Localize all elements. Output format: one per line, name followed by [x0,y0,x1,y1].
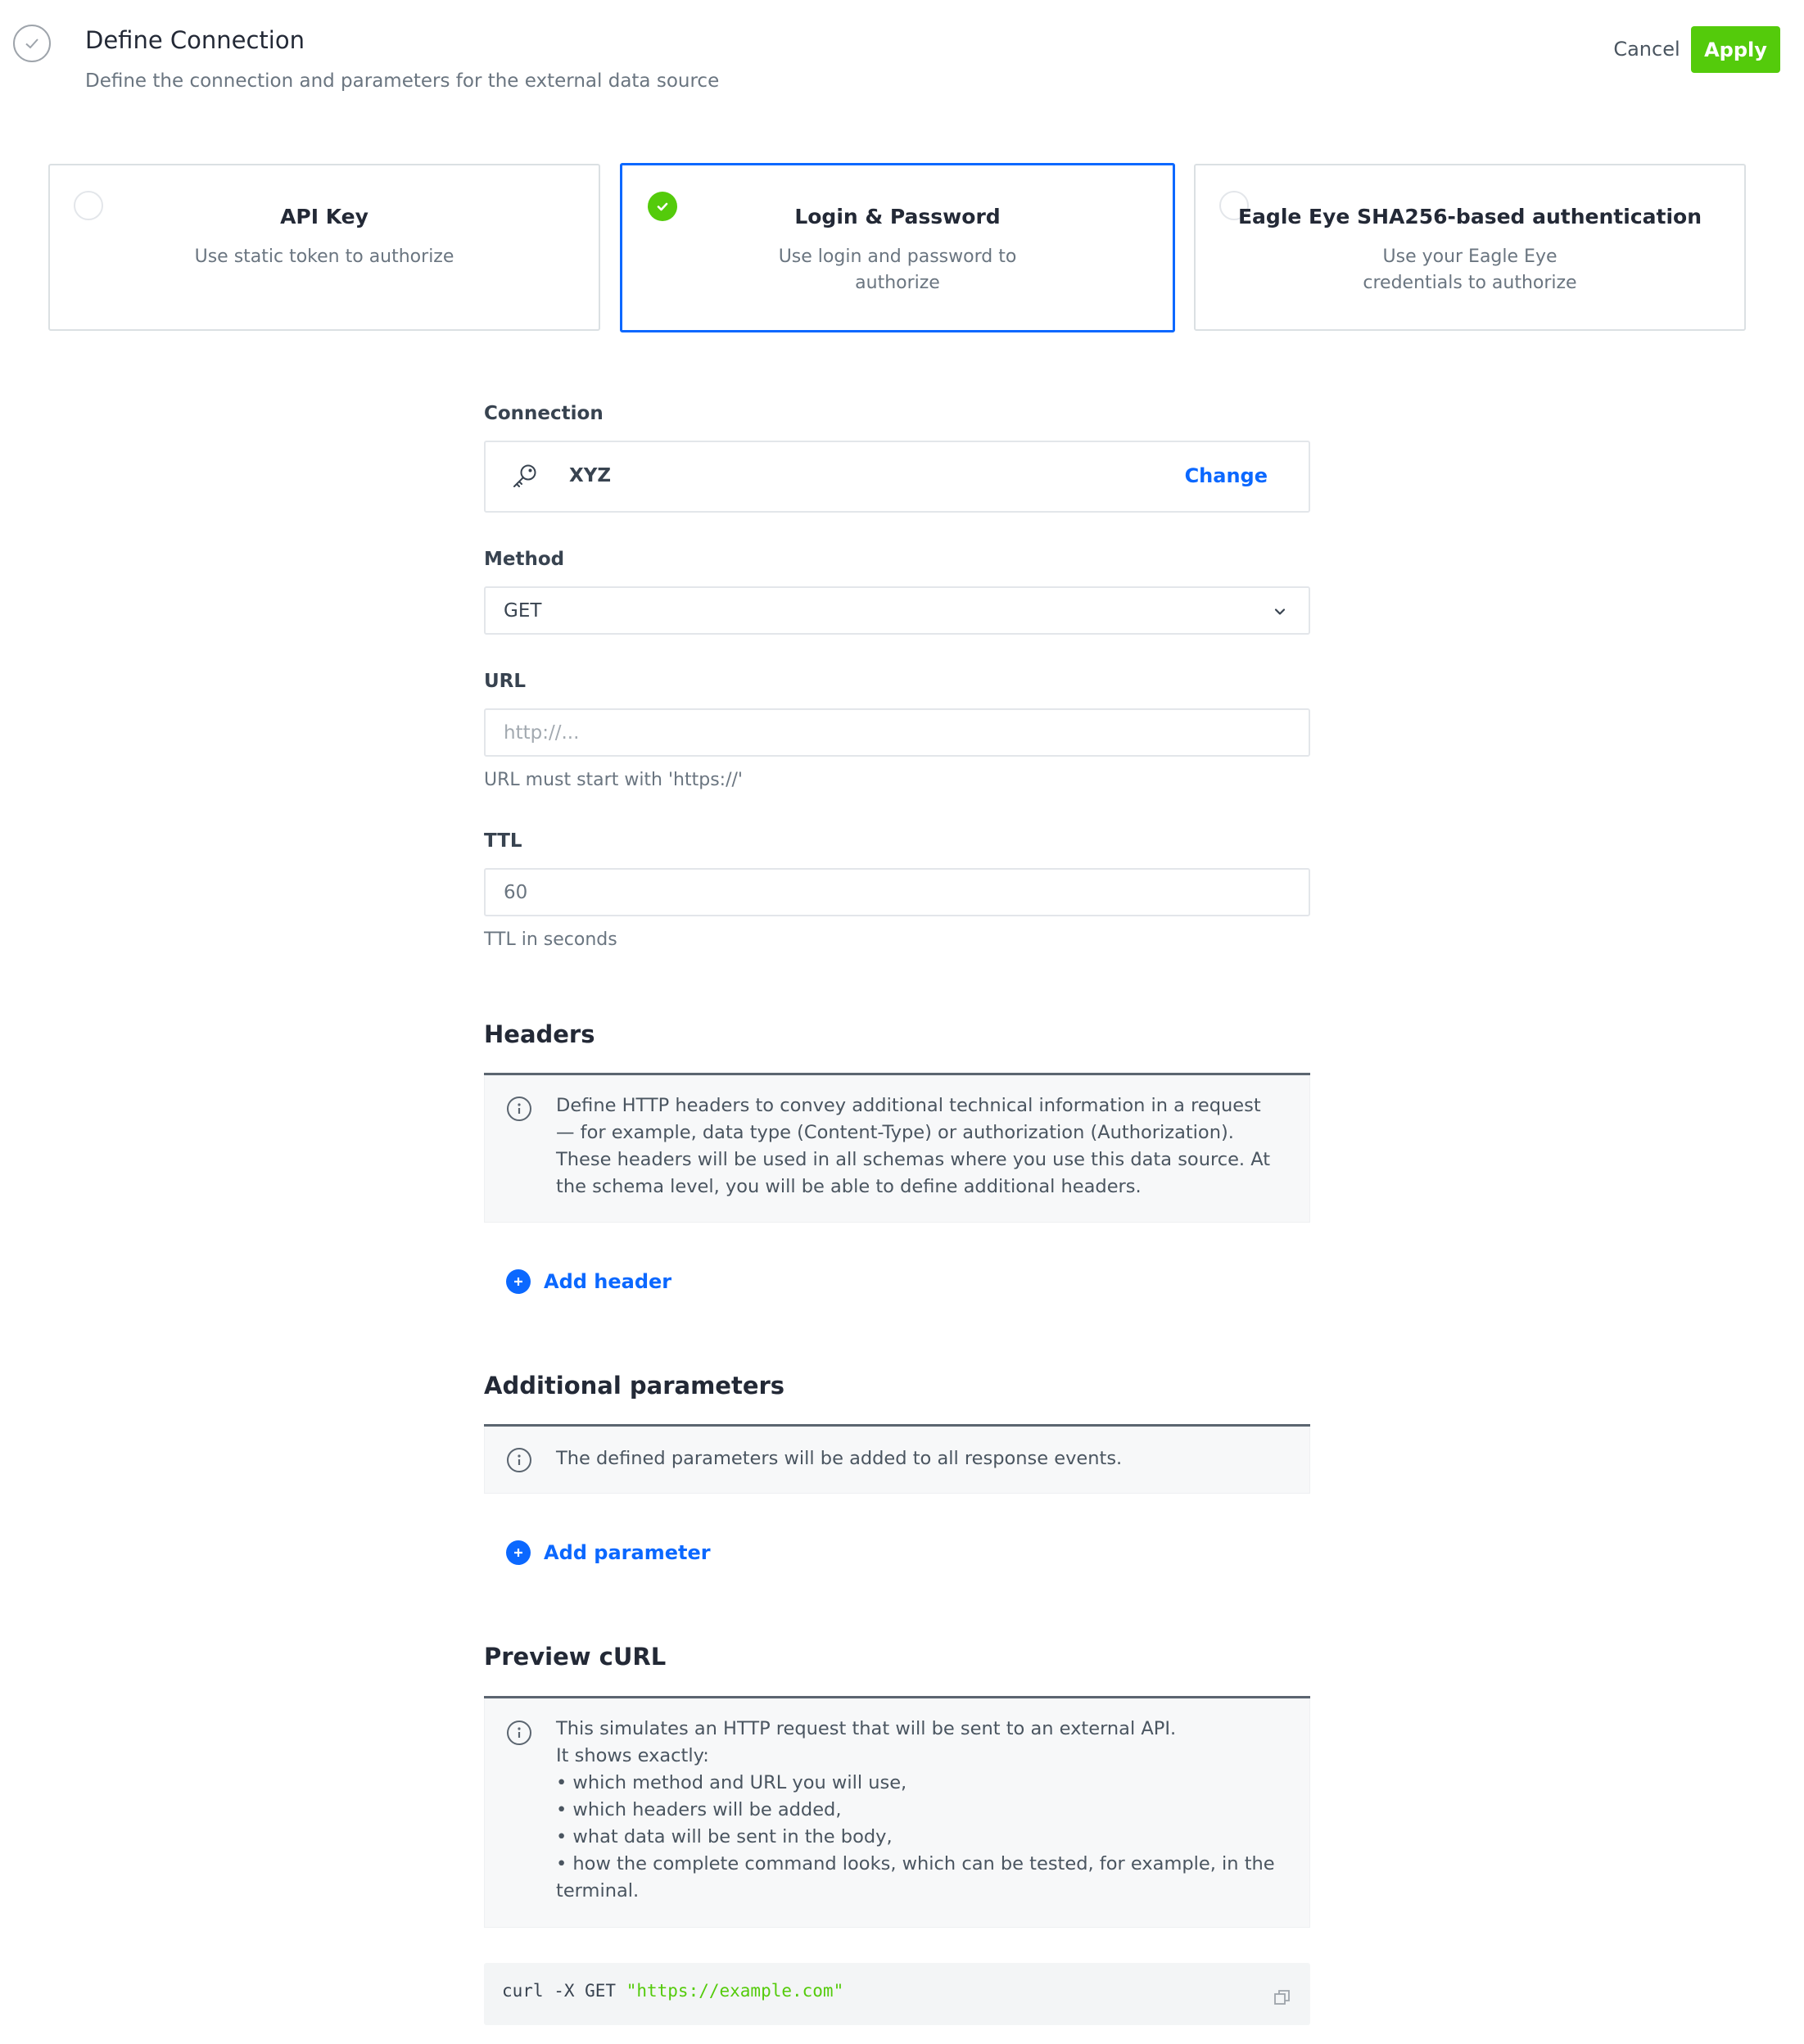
curl-url: "https://example.com" [626,1981,844,2001]
url-label: URL [484,671,527,692]
auth-option-title: Eagle Eye SHA256-based authentication [1237,205,1702,228]
copy-icon[interactable] [1273,1987,1292,2007]
method-value: GET [504,600,542,622]
check-circle-icon [13,25,51,62]
change-connection-link[interactable]: Change [1185,464,1268,487]
parameters-title: Additional parameters [484,1372,785,1400]
info-icon [507,1097,531,1121]
preview-info-line: • which headers will be added, [556,1799,842,1820]
auth-option-title: API Key [280,205,368,228]
connection-field: XYZ Change [484,441,1310,513]
curl-command: curl -X GET [502,1981,626,2001]
parameters-info-text: The defined parameters will be added to … [556,1448,1123,1469]
preview-info-line: • which method and URL you will use, [556,1772,907,1793]
auth-option-title: Login & Password [794,205,1001,228]
connection-value: XYZ [569,465,612,486]
ttl-label: TTL [484,830,522,852]
auth-option-description: Use your Eagle Eye credentials to author… [1363,246,1577,293]
preview-info-line: • how the complete command looks, which … [556,1853,1275,1902]
page-title: Define Connection [85,26,305,54]
plus-icon [506,1269,531,1294]
key-icon [510,462,540,495]
url-placeholder: http://... [504,722,580,744]
auth-option-description: Use static token to authorize [194,246,454,267]
info-icon [507,1721,531,1745]
ttl-input[interactable]: 60 [484,868,1310,916]
preview-title: Preview cURL [484,1643,667,1671]
method-select[interactable]: GET [484,586,1310,635]
auth-option-api-key[interactable]: API Key Use static token to authorize [48,164,600,331]
url-input[interactable]: http://... [484,708,1310,757]
headers-info-text: Define HTTP headers to convey additional… [556,1095,1271,1197]
add-header-label: Add header [544,1270,672,1293]
ttl-value: 60 [504,882,528,903]
page-subtitle: Define the connection and parameters for… [85,70,720,92]
ttl-hint: TTL in seconds [484,929,617,950]
preview-info-line: This simulates an HTTP request that will… [556,1718,1177,1739]
info-icon [507,1448,531,1472]
preview-info-box: This simulates an HTTP request that will… [484,1698,1310,1928]
connection-label: Connection [484,403,604,424]
apply-button[interactable]: Apply [1691,26,1780,73]
auth-option-login-password[interactable]: Login & Password Use login and password … [620,163,1175,332]
method-label: Method [484,549,565,570]
parameters-info-box: The defined parameters will be added to … [484,1427,1310,1494]
plus-icon [506,1540,531,1565]
add-parameter-button[interactable]: Add parameter [506,1540,711,1565]
curl-code: curl -X GET "https://example.com" [502,1981,843,2001]
url-hint: URL must start with 'https://' [484,770,743,790]
add-parameter-label: Add parameter [544,1541,711,1564]
preview-info-line: It shows exactly: [556,1745,709,1766]
auth-option-description: Use login and password to authorize [778,246,1017,293]
curl-code-block: curl -X GET "https://example.com" [484,1963,1310,2025]
add-header-button[interactable]: Add header [506,1269,671,1294]
headers-info-box: Define HTTP headers to convey additional… [484,1075,1310,1223]
chevron-down-icon [1273,604,1287,622]
auth-option-eagle-eye[interactable]: Eagle Eye SHA256-based authentication Us… [1194,164,1746,331]
preview-info-line: • what data will be sent in the body, [556,1826,893,1847]
preview-info-text: This simulates an HTTP request that will… [556,1716,1280,1905]
headers-title: Headers [484,1020,595,1048]
